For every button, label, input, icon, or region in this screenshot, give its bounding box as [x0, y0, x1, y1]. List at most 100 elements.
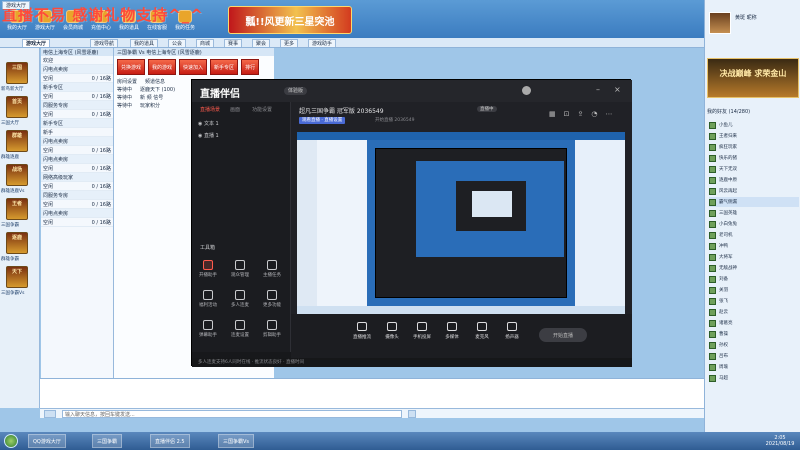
friend-item[interactable]: 张飞	[709, 296, 799, 306]
scene-item[interactable]: ◉ 直播 1	[198, 132, 219, 139]
friends-header[interactable]: 我的好友 (14/280)	[707, 108, 750, 115]
tab-props[interactable]: 我的道具	[130, 39, 159, 47]
room-row[interactable]: 闪电点卖房	[41, 209, 113, 218]
friend-item[interactable]: 天下无双	[709, 164, 799, 174]
exchange-button[interactable]: 兑换游戏	[117, 59, 146, 75]
friend-item[interactable]: 风云再起	[709, 186, 799, 196]
stream-settings-pill[interactable]: 观看直播 · 直播设置	[299, 117, 346, 124]
room-row[interactable]: 空闲 0 / 16路	[41, 200, 113, 209]
user-avatar[interactable]	[522, 86, 531, 95]
share-icon[interactable]: ⇪	[578, 110, 584, 118]
more-icon[interactable]: ⋯	[605, 110, 612, 118]
friend-item[interactable]: 疯狂玩家	[709, 142, 799, 152]
room-row[interactable]: 新手	[41, 128, 113, 137]
close-icon[interactable]: ×	[614, 85, 621, 94]
friend-item[interactable]: 关羽	[709, 285, 799, 295]
newbie-button[interactable]: 新手专区	[210, 59, 239, 75]
room-row[interactable]: 网络高级玩家	[41, 173, 113, 182]
start-menu-icon[interactable]	[4, 434, 18, 448]
minimize-icon[interactable]: –	[596, 85, 600, 94]
tool-welfare[interactable]: 福利活动	[198, 290, 218, 308]
room-row[interactable]: 空闲 0 / 16路	[41, 164, 113, 173]
friend-item[interactable]: 无敌战神	[709, 263, 799, 273]
ranking-button[interactable]: 排行	[241, 59, 260, 75]
game-tile[interactable]: 王者	[6, 198, 28, 220]
friend-item[interactable]: 马超	[709, 373, 799, 383]
game-tile[interactable]: 三国	[6, 62, 28, 84]
tool-clip[interactable]: 剪辑助手	[262, 320, 282, 338]
room-row[interactable]: 同服务专房	[41, 101, 113, 110]
friend-item[interactable]: 快乐的猪	[709, 153, 799, 163]
game-tile[interactable]: 群雄	[6, 130, 28, 152]
tab-feature-settings[interactable]: 功能设置	[252, 106, 272, 113]
game-tile[interactable]: 战场	[6, 164, 28, 186]
friend-item[interactable]: 王者归来	[709, 131, 799, 141]
room-row[interactable]: 空闲 0 / 16路	[41, 218, 113, 227]
friend-item[interactable]: 大将军	[709, 252, 799, 262]
stream-preview[interactable]	[297, 132, 625, 314]
friend-item[interactable]: 周瑜	[709, 362, 799, 372]
tool-start-helper[interactable]: 开播助手	[198, 260, 218, 278]
taskbar-item[interactable]: 三国争霸Vs	[218, 434, 255, 448]
room-row[interactable]: 空闲 0 / 16路	[41, 74, 113, 83]
tab-lobby[interactable]: 游戏大厅	[2, 1, 31, 9]
tab-scenes[interactable]: 直播场景	[200, 106, 220, 113]
tab-game-lobby[interactable]: 游戏大厅	[22, 39, 51, 47]
friend-item-selected[interactable]: 霸气侧漏	[709, 197, 799, 207]
room-row[interactable]: 欢迎	[41, 56, 113, 65]
profile-avatar[interactable]	[709, 12, 731, 34]
tab-party[interactable]: 聚会	[252, 39, 271, 47]
bb-push[interactable]: 直播推流	[349, 322, 375, 340]
friend-item[interactable]: 孙权	[709, 340, 799, 350]
system-clock[interactable]: 2:05 2021/08/19	[762, 435, 798, 447]
bb-phone-cast[interactable]: 手机投屏	[409, 322, 435, 340]
tab-shop[interactable]: 商城	[196, 39, 215, 47]
tab-picture[interactable]: 画面	[230, 106, 240, 113]
room-row[interactable]: 空闲 0 / 16路	[41, 182, 113, 191]
friend-item[interactable]: 逐鹿中原	[709, 175, 799, 185]
room-row[interactable]: 同服务专房	[41, 191, 113, 200]
tab-events[interactable]: 赛事	[224, 39, 243, 47]
bell-icon[interactable]: ◔	[591, 110, 597, 118]
tool-more[interactable]: 更多功能	[262, 290, 282, 308]
game-tile[interactable]: 逐鹿	[6, 232, 28, 254]
tab-helper[interactable]: 游戏助手	[308, 39, 337, 47]
ad-banner[interactable]: 决战巅峰 求荣金山	[707, 58, 799, 98]
emoji-icon[interactable]	[44, 410, 56, 418]
my-game-button[interactable]: 我的游戏	[148, 59, 177, 75]
room-row[interactable]: 新手专区	[41, 119, 113, 128]
chat-log[interactable]	[40, 378, 704, 408]
bb-media[interactable]: 多媒体	[439, 322, 465, 340]
room-row[interactable]: 空闲 0 / 16路	[41, 110, 113, 119]
room-row[interactable]: 闪电点卖房	[41, 65, 113, 74]
friend-item[interactable]: 吕布	[709, 351, 799, 361]
promo-banner[interactable]: 瓢!!风更新三星突池	[228, 6, 352, 34]
lock-icon[interactable]: ⊡	[564, 110, 570, 118]
tool-mic-settings[interactable]: 连麦设置	[230, 320, 250, 338]
tool-audience[interactable]: 观众管理	[230, 260, 250, 278]
taskbar-item[interactable]: QQ游戏大厅	[28, 434, 66, 448]
room-row[interactable]: 闪电点卖房	[41, 137, 113, 146]
tab-guild[interactable]: 公会	[168, 39, 187, 47]
tool-tasks[interactable]: 主播任务	[262, 260, 282, 278]
start-stream-button[interactable]: 开始直播	[539, 328, 587, 342]
taskbar-item[interactable]: 三国争霸	[92, 434, 123, 448]
friend-item[interactable]: 冲鸭	[709, 241, 799, 251]
send-icon[interactable]	[408, 410, 416, 418]
tab-more[interactable]: 更多	[280, 39, 299, 47]
chat-input[interactable]: 输入聊天信息，按回车键发送...	[62, 410, 402, 418]
friend-item[interactable]: 曹操	[709, 329, 799, 339]
friend-item[interactable]: 老司机	[709, 230, 799, 240]
room-row[interactable]: 空闲 0 / 16路	[41, 146, 113, 155]
friend-item[interactable]: 小鱼儿	[709, 120, 799, 130]
tool-danmaku[interactable]: 弹幕助手	[198, 320, 218, 338]
room-row[interactable]: 新手专区	[41, 83, 113, 92]
friend-item[interactable]: 诸葛亮	[709, 318, 799, 328]
friend-item[interactable]: 刘备	[709, 274, 799, 284]
bb-mic[interactable]: 麦克风	[469, 322, 495, 340]
quick-join-button[interactable]: 快速加入	[179, 59, 208, 75]
layers-icon[interactable]: ▦	[549, 110, 556, 118]
scene-item[interactable]: ◉ 文本 1	[198, 120, 219, 127]
game-tile[interactable]: 天下	[6, 266, 28, 288]
tab-nav[interactable]: 游戏导航	[90, 39, 119, 47]
